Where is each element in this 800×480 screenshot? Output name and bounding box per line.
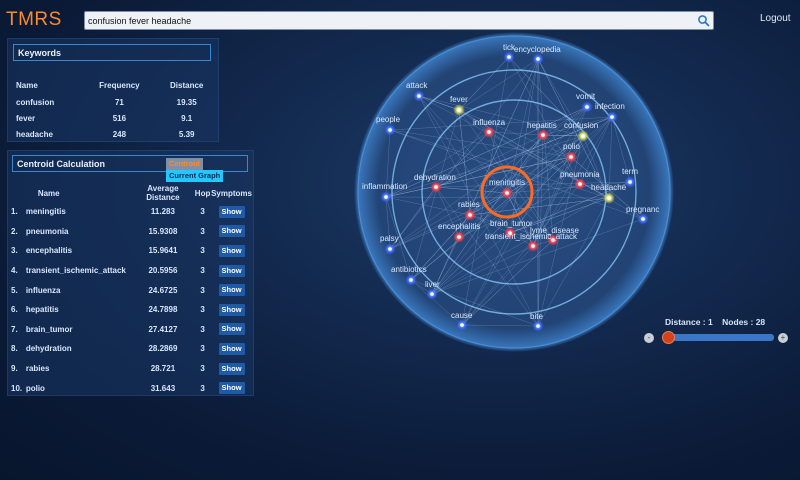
graph-node-label: palsy — [380, 234, 399, 243]
graph-node-label: term — [622, 167, 638, 176]
graph-node-core — [505, 191, 509, 195]
graph-node-label: brain_tumor — [490, 219, 533, 228]
graph-node-label: rabies — [458, 200, 480, 209]
graph-node-core — [388, 247, 392, 251]
graph-node-label: hepatitis — [527, 121, 557, 130]
graph-node-core — [610, 115, 614, 119]
graph-node-label: confusion — [564, 121, 598, 130]
graph-node-core — [460, 323, 464, 327]
graph-node-core — [430, 292, 434, 296]
graph-node-label: people — [376, 115, 401, 124]
graph-node-label: inflammation — [362, 182, 407, 191]
graph-node-core — [585, 105, 589, 109]
graph-node-label: liver — [425, 280, 440, 289]
graph-node-label: vomit — [576, 92, 596, 101]
graph-node-core — [409, 278, 413, 282]
graph-node-core — [468, 213, 472, 217]
disease-graph[interactable]: meningitis influenza hepatitis polio dehydra… — [0, 0, 800, 480]
graph-node-label: attack — [406, 81, 428, 90]
graph-node-core — [628, 180, 632, 184]
graph-node-label: bite — [530, 312, 543, 321]
slider-minus-button[interactable]: - — [644, 333, 654, 343]
graph-node-label: polio — [563, 142, 580, 151]
graph-node-core — [417, 94, 421, 98]
graph-node-core — [536, 57, 540, 61]
graph-node-core — [581, 134, 585, 138]
distance-slider-track[interactable] — [662, 331, 774, 344]
graph-node-label: encyclopedia — [514, 45, 561, 54]
graph-node-core — [536, 324, 540, 328]
graph-node-core — [487, 130, 491, 134]
graph-node-core — [457, 108, 461, 112]
graph-node-core — [531, 244, 535, 248]
graph-node-label: pneumonia — [560, 170, 600, 179]
graph-node-label: antibiotics — [391, 265, 427, 274]
distance-slider-thumb[interactable] — [662, 331, 675, 344]
graph-node-label: influenza — [473, 118, 506, 127]
graph-node-core — [507, 55, 511, 59]
graph-node-label: transient_ischemic_attack — [485, 232, 578, 241]
graph-node-core — [607, 196, 611, 200]
graph-node-label: encephalitis — [438, 222, 480, 231]
graph-node-label: headache — [591, 183, 627, 192]
graph-node-label: dehydration — [414, 173, 456, 182]
graph-node-core — [457, 235, 461, 239]
graph-node-label: infection — [595, 102, 625, 111]
graph-node-core — [569, 155, 573, 159]
distance-slider-box: Distance : 1 Nodes : 28 - + — [640, 316, 796, 356]
graph-node-core — [541, 133, 545, 137]
graph-node-core — [434, 185, 438, 189]
distance-label: Distance : 1 — [665, 317, 713, 327]
nodes-label: Nodes : 28 — [722, 317, 766, 327]
slider-label: Distance : 1 Nodes : 28 — [665, 317, 765, 327]
graph-node-label: meningitis — [489, 178, 525, 187]
graph-node-label: cause — [451, 311, 473, 320]
graph-node-core — [578, 182, 582, 186]
graph-node-label: fever — [450, 95, 468, 104]
graph-node-label: pregnanc — [626, 205, 659, 214]
graph-node-core — [388, 128, 392, 132]
graph-node-core — [641, 217, 645, 221]
slider-plus-button[interactable]: + — [778, 333, 788, 343]
graph-node-core — [384, 195, 388, 199]
